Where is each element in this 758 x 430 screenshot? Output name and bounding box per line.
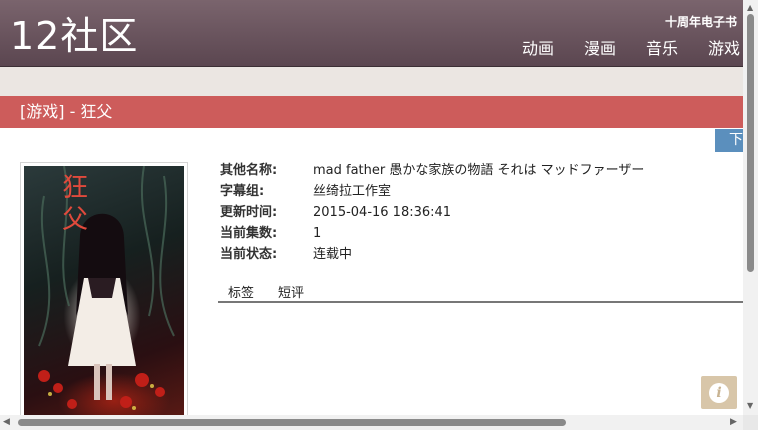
detail-row-updated: 更新时间: 2015-04-16 18:36:41 (220, 202, 644, 223)
detail-value: 丝绮拉工作室 (313, 184, 392, 199)
tab-tags[interactable]: 标签 (228, 282, 254, 301)
detail-value: 连载中 (313, 247, 353, 262)
svg-text:父: 父 (62, 205, 88, 235)
scrollbar-corner (743, 415, 758, 430)
tab-short-reviews[interactable]: 短评 (278, 282, 304, 301)
page-viewport: 12社区 十周年电子书 动画 漫画 音乐 游戏 [游戏] - 狂父 下 狂 父 … (0, 0, 743, 415)
scroll-up-arrow-icon[interactable]: ▲ (747, 3, 753, 12)
content-tabs: 标签 短评 (218, 280, 743, 303)
detail-value: mad father 愚かな家族の物語 それは マッドファーザー (313, 163, 645, 178)
nav-games[interactable]: 游戏 (708, 38, 740, 60)
page-title: [游戏] - 狂父 (20, 102, 113, 121)
site-logo[interactable]: 12社区 (10, 14, 138, 58)
detail-label: 更新时间: (220, 205, 278, 220)
detail-row-alias: 其他名称: mad father 愚かな家族の物語 それは マッドファーザー (220, 160, 644, 181)
detail-list: 其他名称: mad father 愚かな家族の物語 それは マッドファーザー 字… (220, 160, 644, 265)
detail-label: 字幕组: (220, 184, 265, 199)
scroll-left-arrow-icon[interactable]: ◀ (3, 417, 10, 427)
vertical-scroll-thumb[interactable] (747, 14, 754, 272)
site-header: 12社区 十周年电子书 动画 漫画 音乐 游戏 (0, 0, 743, 67)
horizontal-scrollbar[interactable]: ◀ ▶ (0, 415, 743, 430)
cover-image[interactable]: 狂 父 (24, 166, 184, 415)
page-title-bar: [游戏] - 狂父 (0, 96, 743, 128)
detail-label: 其他名称: (220, 163, 278, 178)
detail-row-status: 当前状态: 连载中 (220, 244, 644, 265)
scroll-right-arrow-icon[interactable]: ▶ (730, 417, 737, 427)
detail-row-episodes: 当前集数: 1 (220, 223, 644, 244)
main-nav: 动画 漫画 音乐 游戏 (495, 38, 743, 60)
horizontal-scroll-thumb[interactable] (18, 419, 566, 426)
detail-value: 2015-04-16 18:36:41 (313, 205, 452, 220)
cover-image-frame: 狂 父 (20, 162, 188, 415)
cover-illustration: 狂 父 (38, 166, 175, 410)
svg-text:狂: 狂 (62, 173, 88, 203)
info-icon: i (709, 383, 729, 403)
download-tab[interactable]: 下 (715, 129, 743, 152)
nav-music[interactable]: 音乐 (646, 38, 678, 60)
info-button[interactable]: i (701, 376, 737, 409)
scroll-down-arrow-icon[interactable]: ▼ (747, 401, 753, 410)
nav-anime[interactable]: 动画 (522, 38, 554, 60)
anniversary-ebook-link[interactable]: 十周年电子书 (665, 13, 737, 30)
detail-value: 1 (313, 226, 322, 241)
sub-bar (0, 67, 743, 96)
nav-manga[interactable]: 漫画 (584, 38, 616, 60)
detail-row-subgroup: 字幕组: 丝绮拉工作室 (220, 181, 644, 202)
vertical-scrollbar[interactable]: ▲ ▼ (743, 0, 758, 415)
detail-label: 当前状态: (220, 247, 278, 262)
detail-label: 当前集数: (220, 226, 278, 241)
